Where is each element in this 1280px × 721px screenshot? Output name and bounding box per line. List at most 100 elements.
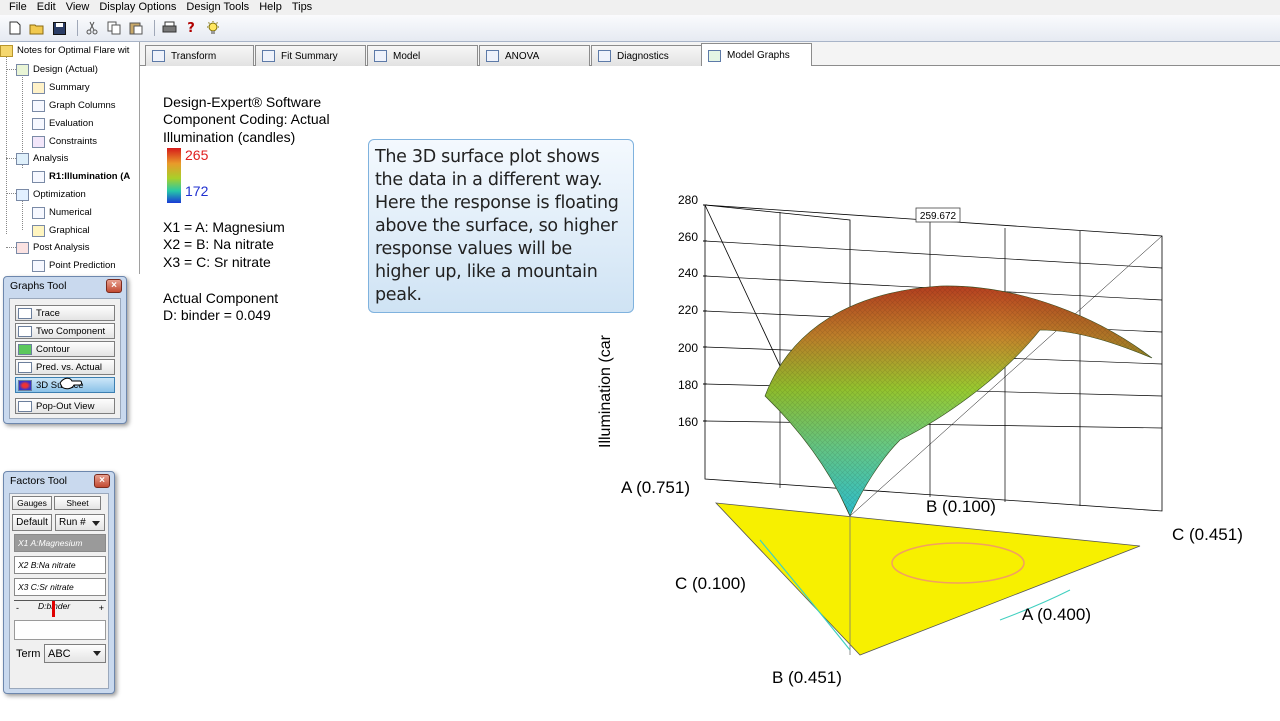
tree-item-constraints[interactable]: Constraints — [32, 133, 97, 150]
tree-root-notes[interactable]: Notes for Optimal Flare wit — [0, 42, 129, 59]
open-folder-icon[interactable] — [28, 19, 46, 37]
tab-anova[interactable]: ANOVA — [479, 45, 590, 66]
factors-tool-body: Gauges Sheet Default Run # X1 A:Magnesiu… — [9, 493, 109, 689]
tab-model-graphs[interactable]: Model Graphs — [701, 43, 812, 67]
factor-x3-label: X3 = C: Sr nitrate — [163, 254, 271, 270]
transform-icon — [152, 50, 165, 62]
model-icon — [374, 50, 387, 62]
cut-icon[interactable] — [83, 19, 101, 37]
tab-gauges[interactable]: Gauges — [12, 496, 52, 510]
help-icon[interactable]: ? — [182, 19, 200, 37]
binder-value-label: D: binder = 0.049 — [163, 307, 271, 323]
default-button[interactable]: Default — [12, 514, 52, 531]
factor-x3-field[interactable]: X3 C:Sr nitrate — [14, 578, 106, 596]
pred-vs-actual-button[interactable]: Pred. vs. Actual — [15, 359, 115, 375]
z-axis-ticks: 280 260 240 220 200 180 160 — [678, 193, 698, 429]
tree-item-post-analysis[interactable]: Post Analysis — [16, 239, 90, 256]
menu-bar: File Edit View Display Options Design To… — [0, 0, 1280, 15]
factor-x2-label: X2 = B: Na nitrate — [163, 236, 274, 252]
vertex-label-b-bottom: B (0.451) — [772, 668, 842, 687]
tree-item-point-prediction[interactable]: Point Prediction — [32, 257, 116, 274]
slider-plus: + — [98, 603, 104, 613]
toolbar: ? — [0, 15, 1280, 42]
actual-component-label: Actual Component — [163, 290, 279, 306]
pop-out-view-button[interactable]: Pop-Out View — [15, 398, 115, 414]
close-icon[interactable]: × — [94, 474, 110, 488]
navigation-tree: Notes for Optimal Flare wit Design (Actu… — [0, 42, 140, 274]
two-component-icon — [18, 325, 32, 337]
copy-icon[interactable] — [105, 19, 123, 37]
tree-item-graphical[interactable]: Graphical — [32, 222, 90, 239]
design-grid-icon — [16, 63, 29, 76]
binder-slider[interactable]: - D:binder + — [14, 600, 106, 618]
menu-design-tools[interactable]: Design Tools — [181, 1, 254, 14]
base-triangle — [714, 502, 1141, 656]
menu-view[interactable]: View — [61, 1, 95, 14]
tip-bulb-icon[interactable] — [204, 19, 222, 37]
tab-diagnostics[interactable]: Diagnostics — [591, 45, 702, 66]
tab-model[interactable]: Model — [367, 45, 478, 66]
point-prediction-icon — [32, 259, 45, 272]
color-legend-bar — [167, 148, 181, 203]
numerical-icon — [32, 206, 45, 219]
print-icon[interactable] — [160, 19, 178, 37]
tree-item-response-illumination[interactable]: R1:Illumination (A — [32, 168, 130, 185]
tree-item-evaluation[interactable]: Evaluation — [32, 115, 93, 132]
vertex-label-b-mid: B (0.100) — [926, 497, 996, 516]
menu-tips[interactable]: Tips — [287, 1, 317, 14]
z-axis-label: Illumination (car — [597, 334, 614, 448]
factor-x2-field[interactable]: X2 B:Na nitrate — [14, 556, 106, 574]
contour-button[interactable]: Contour — [15, 341, 115, 357]
hand-cursor-icon — [59, 377, 82, 390]
tree-item-analysis[interactable]: Analysis — [16, 150, 68, 167]
legend-high-value: 265 — [185, 147, 209, 163]
vertex-label-c-left: C (0.100) — [675, 574, 746, 593]
tab-bar: Transform Fit Summary Model ANOVA Diagno… — [140, 42, 1280, 67]
trace-graph-icon — [18, 307, 32, 319]
save-icon[interactable] — [50, 19, 68, 37]
pop-out-view-icon — [18, 400, 32, 412]
new-file-icon[interactable] — [6, 19, 24, 37]
z-tick: 180 — [678, 378, 698, 392]
response-surface — [764, 285, 1153, 517]
software-label: Design-Expert® Software — [163, 94, 322, 110]
tree-item-summary[interactable]: Summary — [32, 79, 90, 96]
menu-help[interactable]: Help — [254, 1, 287, 14]
summary-icon — [32, 81, 45, 94]
tree-item-numerical[interactable]: Numerical — [32, 204, 92, 221]
3d-surface-icon — [18, 379, 32, 391]
run-select[interactable]: Run # — [55, 514, 105, 531]
term-label: Term — [16, 648, 41, 660]
z-tick: 200 — [678, 341, 698, 355]
model-graphs-icon — [708, 49, 721, 62]
tree-item-optimization[interactable]: Optimization — [16, 186, 86, 203]
factor-x1-field[interactable]: X1 A:Magnesium — [14, 534, 106, 552]
tab-sheet[interactable]: Sheet — [54, 496, 101, 510]
two-component-button[interactable]: Two Component — [15, 323, 115, 339]
factors-tool-title: Factors Tool — [10, 475, 67, 487]
constraints-icon — [32, 135, 45, 148]
graphs-tool-body: Trace Two Component Contour Pred. vs. Ac… — [9, 298, 121, 419]
term-select[interactable]: ABC — [44, 644, 106, 663]
contour-icon — [18, 343, 32, 355]
paste-icon[interactable] — [127, 19, 145, 37]
menu-edit[interactable]: Edit — [32, 1, 61, 14]
menu-display-options[interactable]: Display Options — [94, 1, 181, 14]
anova-icon — [486, 50, 499, 62]
trace-button[interactable]: Trace — [15, 305, 115, 321]
slider-minus: - — [16, 603, 19, 613]
chevron-down-icon — [92, 521, 100, 526]
tree-item-design[interactable]: Design (Actual) — [16, 61, 98, 78]
tab-fit-summary[interactable]: Fit Summary — [255, 45, 366, 66]
graph-columns-icon — [32, 99, 45, 112]
tutorial-callout: The 3D surface plot shows the data in a … — [368, 139, 634, 313]
tab-transform[interactable]: Transform — [145, 45, 254, 66]
slider-handle[interactable] — [52, 601, 55, 617]
peak-value-label: 259.672 — [920, 211, 957, 222]
z-tick: 220 — [678, 303, 698, 317]
graphical-icon — [32, 224, 45, 237]
close-icon[interactable]: × — [106, 279, 122, 293]
tree-item-graph-columns[interactable]: Graph Columns — [32, 97, 116, 114]
coding-label: Component Coding: Actual — [163, 111, 330, 127]
menu-file[interactable]: File — [4, 1, 32, 14]
